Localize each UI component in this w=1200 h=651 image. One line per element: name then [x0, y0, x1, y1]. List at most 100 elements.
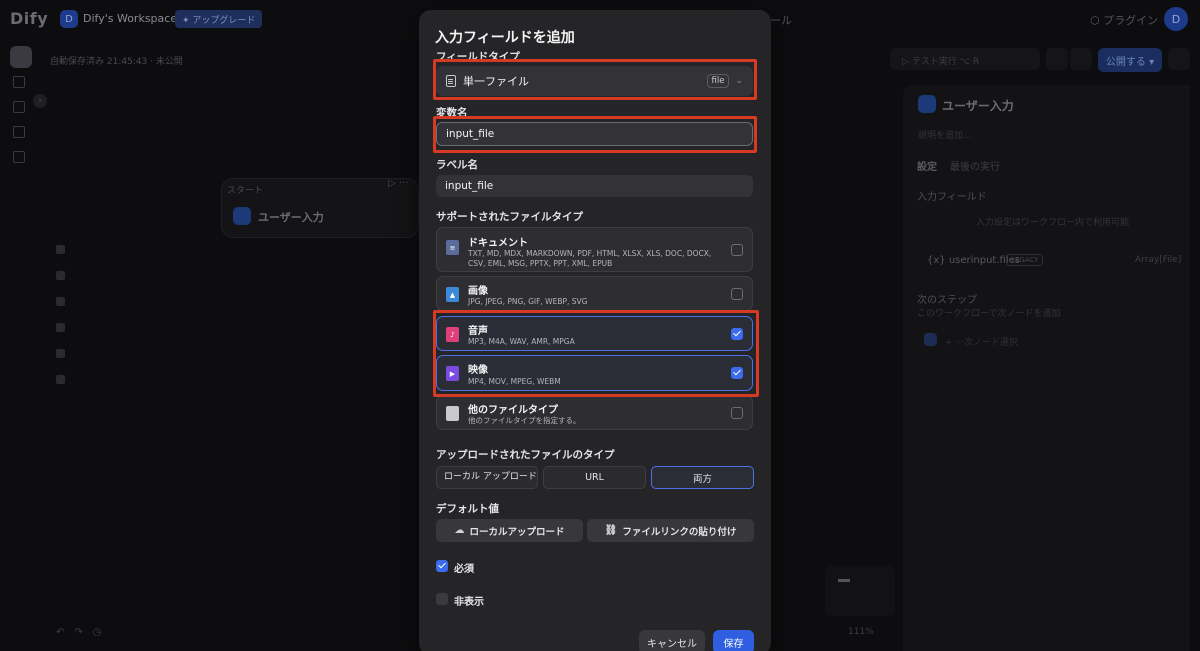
home-icon: [924, 333, 937, 346]
audio-icon: ♪: [446, 327, 459, 342]
sidebar-monitor-icon[interactable]: [13, 151, 25, 163]
upload-method-url[interactable]: URL: [543, 466, 646, 489]
node-settings-panel: [903, 85, 1190, 651]
start-node-actions[interactable]: ▷ ···: [388, 178, 408, 189]
input-fields-heading: 入力フィールド: [917, 192, 987, 203]
file-type-badge: file: [706, 74, 730, 88]
start-node-title: ユーザー入力: [258, 211, 324, 224]
add-node-icon[interactable]: [56, 245, 65, 254]
plugins-link[interactable]: ⬡ プラグイン: [1090, 12, 1158, 28]
paste-file-link-button[interactable]: ⛓ ファイルリンクの貼り付け: [587, 519, 754, 542]
legacy-badge: LEGACY: [1006, 254, 1044, 266]
minimap-node: [838, 579, 850, 582]
next-step-hint: このワークフローで次ノードを追加: [917, 309, 1061, 319]
cancel-button[interactable]: キャンセル: [639, 630, 705, 651]
chevron-down-icon: ⌄: [735, 76, 743, 86]
cloud-upload-icon: ☁: [454, 525, 465, 536]
document-icon: [446, 75, 456, 87]
zoom-level[interactable]: 111%: [848, 627, 874, 637]
history-button[interactable]: [1168, 48, 1190, 70]
local-upload-button[interactable]: ☁ ローカルアップロード: [436, 519, 583, 542]
file-type-checkbox[interactable]: [731, 367, 743, 379]
tab-last-run[interactable]: 最後の実行: [950, 158, 1000, 173]
image-icon: ▲: [446, 287, 459, 302]
video-icon: ▶: [446, 366, 459, 381]
file-type-checkbox[interactable]: [731, 328, 743, 340]
file-type-checkbox[interactable]: [731, 288, 743, 300]
file-type-extensions: 他のファイルタイプを指定する。: [468, 416, 581, 425]
file-type-checkbox[interactable]: [731, 407, 743, 419]
left-sidebar-icons: [13, 76, 29, 176]
file-type-audio[interactable]: ♪ 音声 MP3, M4A, WAV, AMR, MPGA: [436, 316, 753, 351]
file-icon: [446, 406, 459, 421]
export-image-icon[interactable]: [56, 375, 65, 384]
save-button[interactable]: 保存: [713, 630, 754, 651]
field-type-select[interactable]: 単一ファイル file ⌄: [436, 66, 753, 96]
local-upload-label: ローカルアップロード: [469, 526, 565, 538]
paste-file-link-label: ファイルリンクの貼り付け: [622, 526, 737, 538]
file-type-name: 他のファイルタイプ: [468, 405, 558, 416]
variable-type: Array[File]: [1135, 255, 1182, 265]
canvas-toolbar: [56, 245, 66, 401]
dify-logo: Dify: [10, 9, 49, 28]
required-checkbox[interactable]: [436, 560, 448, 572]
file-type-extensions: JPG, JPEG, PNG, GIF, WEBP, SVG: [468, 297, 588, 306]
file-type-video[interactable]: ▶ 映像 MP4, MOV, MPEG, WEBM: [436, 355, 753, 391]
hand-icon[interactable]: [56, 323, 65, 332]
nav-tools-link[interactable]: ール: [770, 12, 792, 28]
upgrade-button[interactable]: ✦ アップグレード: [175, 10, 263, 28]
start-node-label: スタート: [227, 186, 264, 196]
organize-icon[interactable]: [56, 349, 65, 358]
panel-title: ユーザー入力: [942, 99, 1014, 113]
file-type-extensions: MP3, M4A, WAV, AMR, MPGA: [468, 337, 575, 346]
home-icon: [233, 207, 251, 225]
variable-name-input[interactable]: [436, 122, 753, 146]
hidden-checkbox[interactable]: [436, 593, 448, 605]
label-name-label: ラベル名: [436, 159, 478, 171]
sidebar-logs-icon[interactable]: [13, 126, 25, 138]
variable-name-label: 変数名: [436, 107, 468, 119]
next-step-heading: 次のステップ: [917, 295, 977, 306]
upload-method-both[interactable]: 両方: [651, 466, 754, 489]
hidden-label: 非表示: [454, 597, 484, 608]
file-type-image[interactable]: ▲ 画像 JPG, JPEG, PNG, GIF, WEBP, SVG: [436, 276, 753, 311]
tab-settings[interactable]: 設定: [917, 158, 937, 173]
file-type-name: 映像: [468, 365, 488, 376]
publish-button[interactable]: 公開する ▾: [1098, 48, 1162, 72]
minimap[interactable]: [825, 566, 895, 616]
user-avatar[interactable]: D: [1164, 7, 1188, 31]
file-type-extensions: TXT, MD, MDX, MARKDOWN, PDF, HTML, XLSX,…: [468, 249, 712, 268]
sidebar-orchestrate-icon[interactable]: [13, 76, 25, 88]
file-type-other[interactable]: 他のファイルタイプ 他のファイルタイプを指定する。: [436, 395, 753, 430]
pointer-icon[interactable]: [56, 297, 65, 306]
default-value-label: デフォルト値: [436, 503, 499, 515]
input-fields-hint: 入力設定はワークフロー内で利用可能: [976, 218, 1130, 228]
field-type-value: 単一ファイル: [463, 75, 529, 88]
link-icon: ⛓: [604, 525, 618, 536]
sidebar-api-icon[interactable]: [13, 101, 25, 113]
home-icon: [918, 95, 936, 113]
select-next-node[interactable]: + ···次ノード選択: [945, 335, 1018, 348]
sidebar-collapse-button[interactable]: ›: [33, 94, 47, 108]
field-type-label: フィールドタイプ: [436, 51, 520, 63]
undo-redo-controls[interactable]: ↶↷◷: [56, 627, 111, 638]
file-type-document[interactable]: ≡ ドキュメント TXT, MD, MDX, MARKDOWN, PDF, HT…: [436, 227, 753, 272]
add-input-field-dialog: 入力フィールドを追加 フィールドタイプ 単一ファイル file ⌄ 変数名 ラベ…: [419, 10, 771, 651]
features-button[interactable]: [1070, 48, 1092, 70]
app-icon: [10, 46, 32, 68]
upload-method-label: アップロードされたファイルのタイプ: [436, 449, 615, 461]
required-label: 必須: [454, 564, 474, 575]
test-run-button[interactable]: ▷ テスト実行 ⌥ R: [902, 54, 979, 67]
upload-method-local[interactable]: ローカル アップロード: [436, 466, 538, 489]
panel-description[interactable]: 説明を追加...: [918, 128, 972, 141]
dialog-title: 入力フィールドを追加: [435, 30, 575, 46]
file-type-name: 音声: [468, 326, 488, 337]
autosave-status: 自動保存済み 21:45:43 · 未公開: [50, 57, 183, 67]
document-icon: ≡: [446, 240, 459, 255]
workspace-avatar[interactable]: D: [60, 10, 78, 28]
label-name-input[interactable]: [436, 175, 753, 197]
workspace-switcher[interactable]: Dify's Workspace ▾: [83, 12, 186, 25]
env-variables-button[interactable]: [1046, 48, 1068, 70]
note-icon[interactable]: [56, 271, 65, 280]
file-type-checkbox[interactable]: [731, 244, 743, 256]
